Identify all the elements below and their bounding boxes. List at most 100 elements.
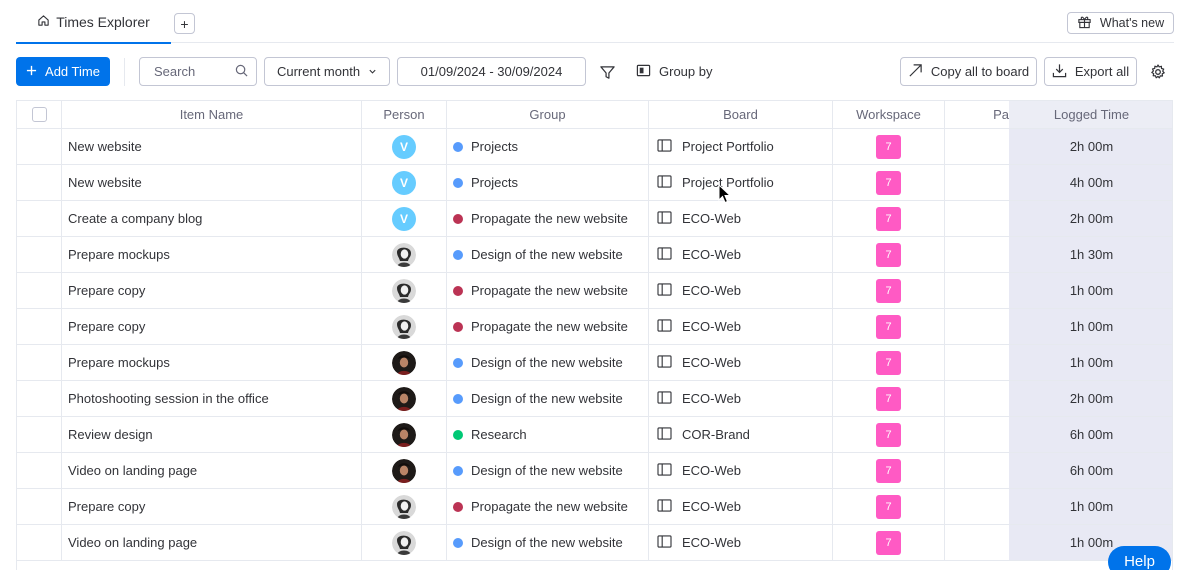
avatar[interactable] — [392, 278, 416, 303]
workspace-badge[interactable]: 7 — [876, 134, 901, 159]
board-cell[interactable]: ECO-Web — [649, 237, 833, 272]
header-item-name[interactable]: Item Name — [62, 101, 362, 128]
table-row[interactable]: Prepare copy Propagate the new website ECO… — [17, 273, 1172, 309]
avatar[interactable]: V — [392, 134, 416, 159]
add-time-button[interactable]: Add Time — [16, 57, 110, 86]
workspace-cell[interactable]: 7 — [833, 345, 945, 380]
logged-time-cell[interactable]: 4h 00m — [1009, 165, 1172, 200]
workspace-cell[interactable]: 7 — [833, 453, 945, 488]
group-cell[interactable]: Design of the new website — [447, 525, 649, 560]
avatar[interactable] — [392, 494, 416, 519]
table-row[interactable]: New website V Projects Project Portfolio 7 4h… — [17, 165, 1172, 201]
group-cell[interactable]: Projects — [447, 129, 649, 164]
avatar[interactable] — [392, 530, 416, 555]
search-input[interactable] — [154, 64, 234, 79]
table-row[interactable]: Prepare mockups Design of the new website… — [17, 237, 1172, 273]
group-cell[interactable]: Design of the new website — [447, 237, 649, 272]
pa-cell[interactable] — [945, 489, 1009, 524]
item-name-cell[interactable]: New website — [62, 129, 362, 164]
item-name-cell[interactable]: Prepare copy — [62, 309, 362, 344]
pa-cell[interactable] — [945, 237, 1009, 272]
workspace-cell[interactable]: 7 — [833, 237, 945, 272]
logged-time-cell[interactable]: 1h 00m — [1009, 345, 1172, 380]
export-all-button[interactable]: Export all — [1044, 57, 1137, 86]
item-name-cell[interactable]: Create a company blog — [62, 201, 362, 236]
workspace-badge[interactable]: 7 — [876, 494, 901, 519]
item-name-cell[interactable]: Video on landing page — [62, 453, 362, 488]
pa-cell[interactable] — [945, 201, 1009, 236]
row-select-cell[interactable] — [17, 165, 62, 200]
avatar[interactable] — [392, 314, 416, 339]
group-cell[interactable]: Design of the new website — [447, 453, 649, 488]
row-select-cell[interactable] — [17, 453, 62, 488]
avatar[interactable] — [392, 386, 416, 411]
filter-icon[interactable] — [597, 62, 617, 82]
workspace-cell[interactable]: 7 — [833, 489, 945, 524]
person-cell[interactable]: V — [362, 201, 447, 236]
table-row[interactable]: Prepare mockups Design of the new website… — [17, 345, 1172, 381]
table-row[interactable]: Video on landing page Design of the new w… — [17, 453, 1172, 489]
person-cell[interactable] — [362, 453, 447, 488]
pa-cell[interactable] — [945, 165, 1009, 200]
pa-cell[interactable] — [945, 525, 1009, 560]
workspace-badge[interactable]: 7 — [876, 422, 901, 447]
workspace-badge[interactable]: 7 — [876, 386, 901, 411]
group-by-button[interactable]: Group by — [636, 57, 712, 86]
row-select-cell[interactable] — [17, 489, 62, 524]
person-cell[interactable] — [362, 345, 447, 380]
row-select-cell[interactable] — [17, 345, 62, 380]
pa-cell[interactable] — [945, 453, 1009, 488]
workspace-badge[interactable]: 7 — [876, 170, 901, 195]
group-cell[interactable]: Projects — [447, 165, 649, 200]
workspace-cell[interactable]: 7 — [833, 309, 945, 344]
row-select-cell[interactable] — [17, 381, 62, 416]
board-cell[interactable]: ECO-Web — [649, 201, 833, 236]
header-board[interactable]: Board — [649, 101, 833, 128]
pa-cell[interactable] — [945, 417, 1009, 452]
avatar[interactable]: V — [392, 170, 416, 195]
board-cell[interactable]: ECO-Web — [649, 381, 833, 416]
item-name-cell[interactable]: Video on landing page — [62, 525, 362, 560]
group-cell[interactable]: Design of the new website — [447, 345, 649, 380]
add-tab-button[interactable]: + — [174, 13, 195, 34]
logged-time-cell[interactable]: 6h 00m — [1009, 417, 1172, 452]
person-cell[interactable] — [362, 381, 447, 416]
item-name-cell[interactable]: New website — [62, 165, 362, 200]
avatar[interactable] — [392, 458, 416, 483]
table-row[interactable]: Review design Research COR-Brand 7 6h 00m — [17, 417, 1172, 453]
board-cell[interactable]: ECO-Web — [649, 453, 833, 488]
pa-cell[interactable] — [945, 345, 1009, 380]
workspace-badge[interactable]: 7 — [876, 206, 901, 231]
row-select-cell[interactable] — [17, 417, 62, 452]
item-name-cell[interactable]: Prepare mockups — [62, 345, 362, 380]
group-cell[interactable]: Design of the new website — [447, 381, 649, 416]
pa-cell[interactable] — [945, 273, 1009, 308]
header-workspace[interactable]: Workspace — [833, 101, 945, 128]
header-person[interactable]: Person — [362, 101, 447, 128]
row-select-cell[interactable] — [17, 201, 62, 236]
board-cell[interactable]: ECO-Web — [649, 525, 833, 560]
workspace-badge[interactable]: 7 — [876, 530, 901, 555]
tab-times-explorer[interactable]: Times Explorer — [16, 0, 171, 44]
board-cell[interactable]: ECO-Web — [649, 489, 833, 524]
gear-icon[interactable] — [1149, 63, 1167, 81]
board-cell[interactable]: COR-Brand — [649, 417, 833, 452]
person-cell[interactable] — [362, 417, 447, 452]
search-box[interactable] — [139, 57, 257, 86]
avatar[interactable]: V — [392, 206, 416, 231]
board-cell[interactable]: ECO-Web — [649, 309, 833, 344]
person-cell[interactable] — [362, 525, 447, 560]
item-name-cell[interactable]: Prepare copy — [62, 273, 362, 308]
group-cell[interactable]: Propagate the new website — [447, 201, 649, 236]
pa-cell[interactable] — [945, 381, 1009, 416]
logged-time-cell[interactable]: 1h 30m — [1009, 237, 1172, 272]
logged-time-cell[interactable]: 2h 00m — [1009, 201, 1172, 236]
logged-time-cell[interactable]: 2h 00m — [1009, 381, 1172, 416]
item-name-cell[interactable]: Review design — [62, 417, 362, 452]
logged-time-cell[interactable]: 1h 00m — [1009, 273, 1172, 308]
avatar[interactable] — [392, 422, 416, 447]
logged-time-cell[interactable]: 2h 00m — [1009, 129, 1172, 164]
row-select-cell[interactable] — [17, 237, 62, 272]
row-select-cell[interactable] — [17, 309, 62, 344]
person-cell[interactable] — [362, 237, 447, 272]
